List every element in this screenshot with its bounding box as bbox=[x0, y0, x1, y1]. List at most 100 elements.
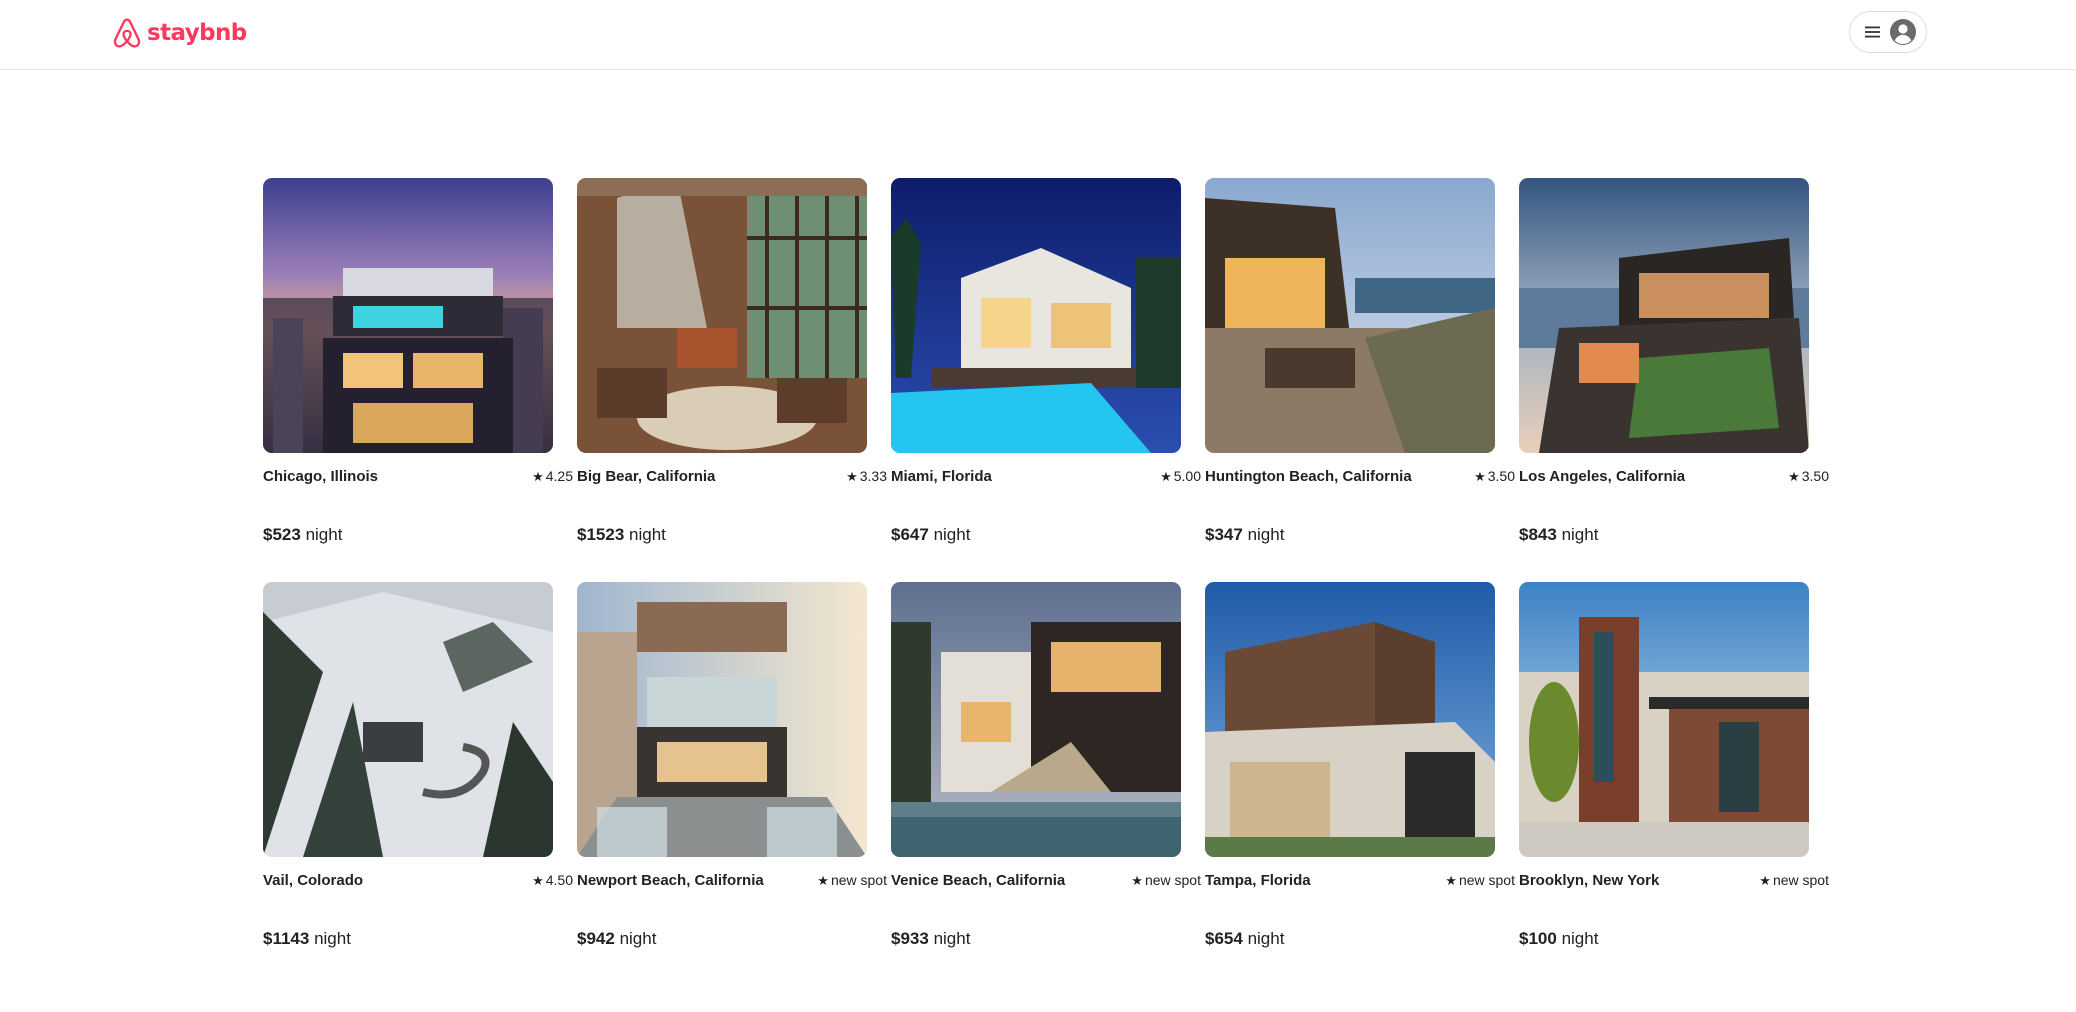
star-icon: ★ bbox=[1474, 468, 1486, 484]
listing-photo[interactable] bbox=[577, 178, 867, 453]
listing-photo[interactable] bbox=[1205, 178, 1495, 453]
listing-rating: ★ new spot bbox=[1131, 872, 1201, 888]
listing-info-row: Chicago, Illinois ★ 4.25 bbox=[263, 466, 573, 486]
listing-price-amount: $1143 bbox=[263, 929, 310, 948]
listing-price-amount: $843 bbox=[1519, 525, 1557, 544]
star-icon: ★ bbox=[1445, 872, 1457, 888]
listing-city: Brooklyn, New York bbox=[1519, 871, 1660, 889]
star-icon: ★ bbox=[532, 872, 544, 888]
listing-photo[interactable] bbox=[263, 582, 553, 857]
listing-card[interactable]: Chicago, Illinois ★ 4.25 $523 night bbox=[263, 178, 573, 545]
listing-info-row: Miami, Florida ★ 5.00 bbox=[891, 466, 1201, 486]
listing-price-unit: night bbox=[933, 929, 971, 948]
listing-price-unit: night bbox=[1247, 525, 1285, 544]
star-icon: ★ bbox=[817, 872, 829, 888]
listing-price: $933 night bbox=[891, 929, 970, 949]
listing-price-amount: $523 bbox=[263, 525, 301, 544]
star-icon: ★ bbox=[1160, 468, 1172, 484]
listing-rating-value: 3.33 bbox=[859, 468, 887, 484]
listing-photo[interactable] bbox=[1519, 178, 1809, 453]
listing-price-unit: night bbox=[314, 929, 351, 948]
star-icon: ★ bbox=[1131, 872, 1143, 888]
listing-rating-value: 5.00 bbox=[1173, 468, 1201, 484]
listing-price: $647 night bbox=[891, 525, 970, 545]
listing-info-row: Tampa, Florida ★ new spot bbox=[1205, 870, 1515, 890]
top-nav-bar: staybnb bbox=[0, 0, 2076, 70]
listing-price-amount: $647 bbox=[891, 525, 929, 544]
listing-rating-value: new spot bbox=[830, 872, 887, 888]
listing-card[interactable]: Huntington Beach, California ★ 3.50 $347… bbox=[1205, 178, 1515, 545]
staybnb-logo-icon bbox=[113, 18, 141, 48]
listing-card[interactable]: Tampa, Florida ★ new spot $654 night bbox=[1205, 582, 1515, 949]
listing-price: $843 night bbox=[1519, 525, 1598, 545]
listing-price: $523 night bbox=[263, 525, 342, 545]
listing-price-unit: night bbox=[629, 525, 666, 544]
listing-info-row: Newport Beach, California ★ new spot bbox=[577, 870, 887, 890]
listing-rating-value: 4.50 bbox=[545, 872, 573, 888]
listing-photo[interactable] bbox=[891, 582, 1181, 857]
listing-rating: ★ new spot bbox=[1759, 872, 1829, 888]
user-menu-button[interactable] bbox=[1849, 11, 1927, 53]
listing-city: Venice Beach, California bbox=[891, 871, 1066, 889]
listing-card[interactable]: Brooklyn, New York ★ new spot $100 night bbox=[1519, 582, 1829, 949]
listing-rating-value: new spot bbox=[1772, 872, 1829, 888]
listing-info-row: Venice Beach, California ★ new spot bbox=[891, 870, 1201, 890]
brand-name: staybnb bbox=[147, 20, 247, 46]
star-icon: ★ bbox=[846, 468, 858, 484]
star-icon: ★ bbox=[1788, 468, 1800, 484]
listing-card[interactable]: Big Bear, California ★ 3.33 $1523 night bbox=[577, 178, 887, 544]
listing-price-amount: $942 bbox=[577, 929, 615, 948]
listing-city: Huntington Beach, California bbox=[1205, 467, 1412, 485]
listing-price-unit: night bbox=[305, 525, 343, 544]
listing-rating: ★ new spot bbox=[817, 872, 887, 888]
listing-price: $654 night bbox=[1205, 929, 1284, 949]
listing-info-row: Los Angeles, California ★ 3.50 bbox=[1519, 466, 1829, 486]
listing-info-row: Brooklyn, New York ★ new spot bbox=[1519, 870, 1829, 890]
avatar-icon bbox=[1890, 19, 1916, 45]
listing-city: Miami, Florida bbox=[891, 467, 992, 485]
star-icon: ★ bbox=[532, 468, 544, 484]
listing-city: Tampa, Florida bbox=[1205, 871, 1311, 889]
listing-rating-value: 4.25 bbox=[545, 468, 573, 484]
listing-card[interactable]: Venice Beach, California ★ new spot $933… bbox=[891, 582, 1201, 949]
listing-price-unit: night bbox=[1561, 525, 1599, 544]
listing-city: Los Angeles, California bbox=[1519, 467, 1686, 485]
star-icon: ★ bbox=[1759, 872, 1771, 888]
listing-photo[interactable] bbox=[263, 178, 553, 453]
listing-city: Vail, Colorado bbox=[263, 871, 364, 889]
listings-grid: Chicago, Illinois ★ 4.25 $523 night Big … bbox=[263, 178, 1829, 949]
listing-card[interactable]: Vail, Colorado ★ 4.50 $1143 night bbox=[263, 582, 573, 948]
listing-rating: ★ 4.25 bbox=[532, 468, 573, 484]
listing-photo[interactable] bbox=[1519, 582, 1809, 857]
listing-price-amount: $933 bbox=[891, 929, 929, 948]
listing-photo[interactable] bbox=[891, 178, 1181, 453]
listing-rating-value: 3.50 bbox=[1487, 468, 1515, 484]
listing-info-row: Vail, Colorado ★ 4.50 bbox=[263, 870, 573, 890]
listing-card[interactable]: Newport Beach, California ★ new spot $94… bbox=[577, 582, 887, 949]
listing-price-unit: night bbox=[933, 525, 971, 544]
listing-price-amount: $347 bbox=[1205, 525, 1243, 544]
listing-card[interactable]: Miami, Florida ★ 5.00 $647 night bbox=[891, 178, 1201, 545]
listing-price-unit: night bbox=[1561, 929, 1599, 948]
listing-rating: ★ 4.50 bbox=[532, 872, 573, 888]
listing-rating-value: new spot bbox=[1458, 872, 1515, 888]
listing-rating: ★ new spot bbox=[1445, 872, 1515, 888]
listing-city: Chicago, Illinois bbox=[263, 467, 379, 485]
listing-rating: ★ 3.50 bbox=[1788, 468, 1829, 484]
listing-card[interactable]: Los Angeles, California ★ 3.50 $843 nigh… bbox=[1519, 178, 1829, 545]
listing-price: $100 night bbox=[1519, 929, 1598, 949]
listing-price-amount: $1523 bbox=[577, 525, 625, 544]
listing-city: Newport Beach, California bbox=[577, 871, 764, 889]
listing-rating: ★ 3.50 bbox=[1474, 468, 1515, 484]
listing-info-row: Big Bear, California ★ 3.33 bbox=[577, 466, 887, 486]
listing-photo[interactable] bbox=[1205, 582, 1495, 857]
listing-price: $347 night bbox=[1205, 525, 1284, 545]
listing-price-unit: night bbox=[1247, 929, 1285, 948]
listing-photo[interactable] bbox=[577, 582, 867, 857]
listing-info-row: Huntington Beach, California ★ 3.50 bbox=[1205, 466, 1515, 486]
listing-price: $942 night bbox=[577, 929, 656, 949]
listing-rating: ★ 3.33 bbox=[846, 468, 887, 484]
listing-city: Big Bear, California bbox=[577, 467, 716, 485]
staybnb-logo[interactable]: staybnb bbox=[110, 14, 247, 52]
listing-rating: ★ 5.00 bbox=[1160, 468, 1201, 484]
